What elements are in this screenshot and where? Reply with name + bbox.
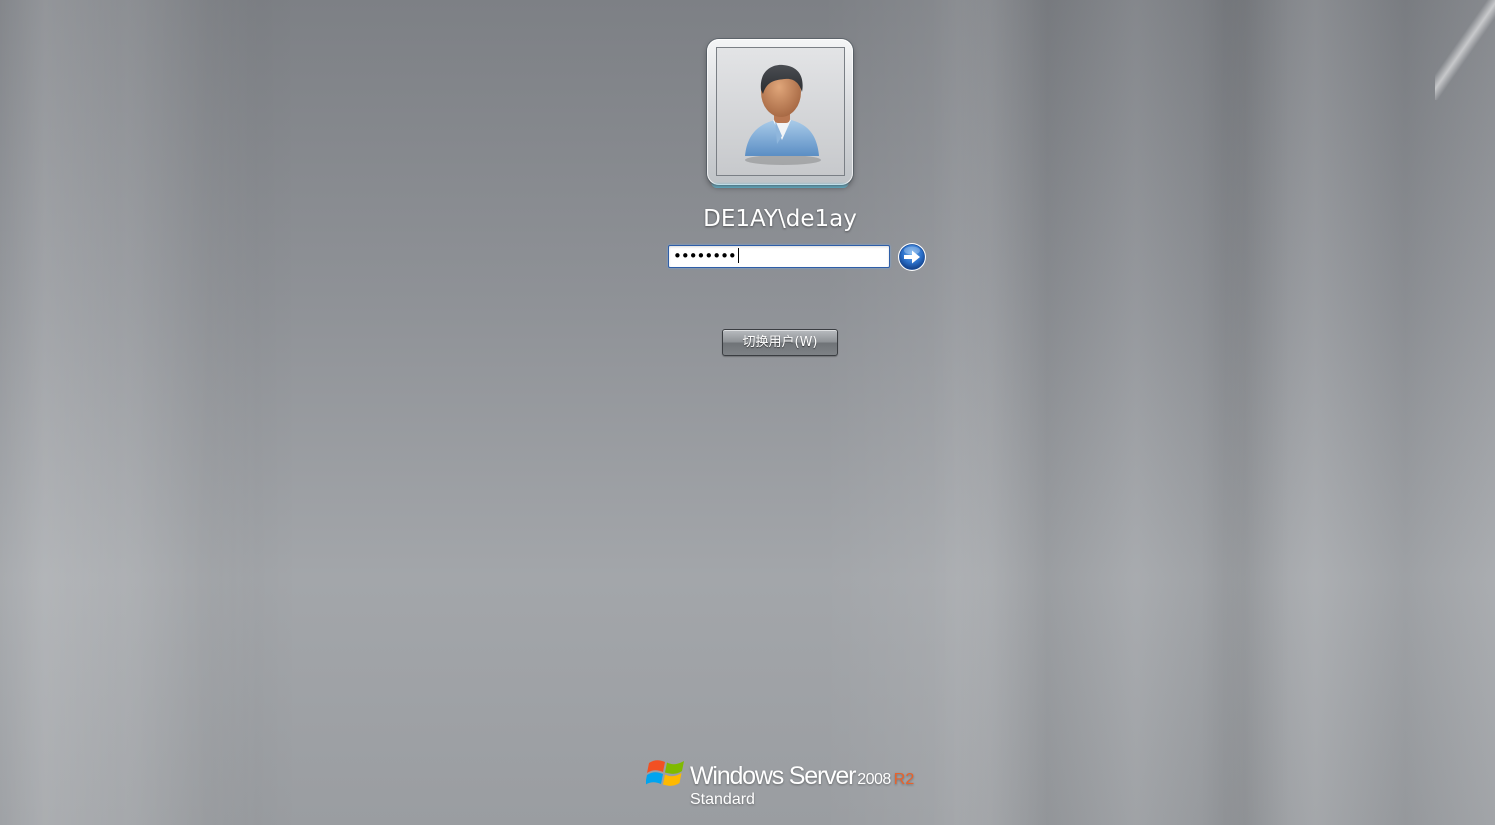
password-mask: •••••••• bbox=[673, 247, 737, 265]
background-streak bbox=[930, 0, 1050, 825]
user-avatar bbox=[716, 47, 845, 176]
user-tile bbox=[707, 39, 853, 188]
product-title: Windows Server 2008 R2 bbox=[690, 762, 914, 791]
background-streak bbox=[1200, 0, 1290, 825]
switch-user-button[interactable]: 切换用户(W) bbox=[722, 329, 838, 356]
user-silhouette-icon bbox=[745, 64, 821, 165]
password-field[interactable]: •••••••• bbox=[668, 245, 890, 268]
background-light-ray bbox=[1435, 0, 1495, 100]
text-caret bbox=[737, 248, 739, 263]
product-version: 2008 bbox=[857, 771, 891, 788]
product-edition: Standard bbox=[690, 791, 755, 808]
arrow-right-circle-icon bbox=[898, 243, 926, 271]
product-release: R2 bbox=[893, 771, 915, 788]
background-streak bbox=[0, 0, 260, 825]
windows-flag-icon bbox=[646, 760, 684, 786]
username-label: DE1AY\de1ay bbox=[703, 206, 857, 232]
windows-branding: Windows Server 2008 R2 Standard bbox=[646, 752, 926, 812]
submit-login-button[interactable] bbox=[897, 242, 927, 272]
product-name: Windows Server bbox=[690, 762, 856, 790]
